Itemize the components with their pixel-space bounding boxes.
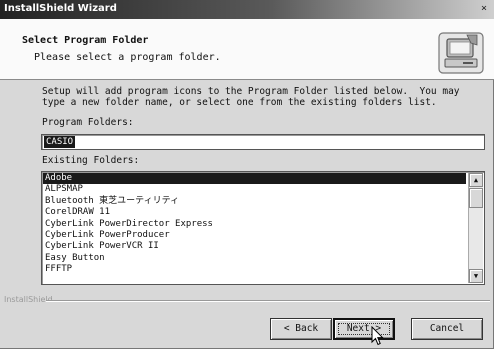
list-item[interactable]: ALPSMAP [43, 184, 466, 195]
existing-folders-items: Adobe ALPSMAP Bluetooth 東芝ユーティリティ CorelD… [43, 173, 466, 276]
existing-folders-list[interactable]: Adobe ALPSMAP Bluetooth 東芝ユーティリティ CorelD… [41, 171, 485, 285]
list-item[interactable]: Easy Button [43, 253, 466, 264]
list-item[interactable]: Adobe [43, 173, 466, 185]
window-title: InstallShield Wizard [4, 3, 117, 14]
list-item[interactable]: CyberLink PowerProducer [43, 230, 466, 241]
program-folder-input[interactable]: CASIO [41, 134, 485, 150]
footer-divider [46, 300, 490, 302]
page-title: Select Program Folder [22, 35, 149, 46]
close-icon[interactable]: × [477, 2, 491, 16]
page-subtitle: Please select a program folder. [34, 52, 221, 63]
list-item[interactable]: CorelDRAW 11 [43, 207, 466, 218]
setup-computer-icon [438, 32, 484, 74]
list-item[interactable]: FFFTP [43, 264, 466, 275]
program-folder-label: Program Folders: [42, 117, 134, 128]
list-item[interactable]: Bluetooth 東芝ユーティリティ [43, 196, 466, 207]
installshield-wizard-window: InstallShield Wizard × Select Program Fo… [0, 0, 494, 349]
wizard-header: Select Program Folder Please select a pr… [0, 19, 494, 80]
list-item[interactable]: CyberLink PowerDirector Express [43, 219, 466, 230]
scroll-down-icon[interactable]: ▼ [469, 269, 483, 283]
mouse-pointer-icon [371, 326, 384, 346]
instructions-text: Setup will add program icons to the Prog… [42, 86, 460, 108]
scroll-thumb[interactable] [469, 188, 483, 208]
cancel-button[interactable]: Cancel [411, 318, 483, 340]
existing-folders-label: Existing Folders: [42, 155, 140, 166]
list-item[interactable]: CyberLink PowerVCR II [43, 241, 466, 252]
next-button[interactable]: Next > [333, 318, 395, 340]
back-button[interactable]: < Back [270, 318, 332, 340]
program-folder-value: CASIO [44, 136, 76, 148]
title-bar[interactable]: InstallShield Wizard × [0, 0, 494, 19]
vertical-scrollbar[interactable]: ▲ ▼ [468, 173, 483, 283]
scroll-up-icon[interactable]: ▲ [469, 173, 483, 187]
